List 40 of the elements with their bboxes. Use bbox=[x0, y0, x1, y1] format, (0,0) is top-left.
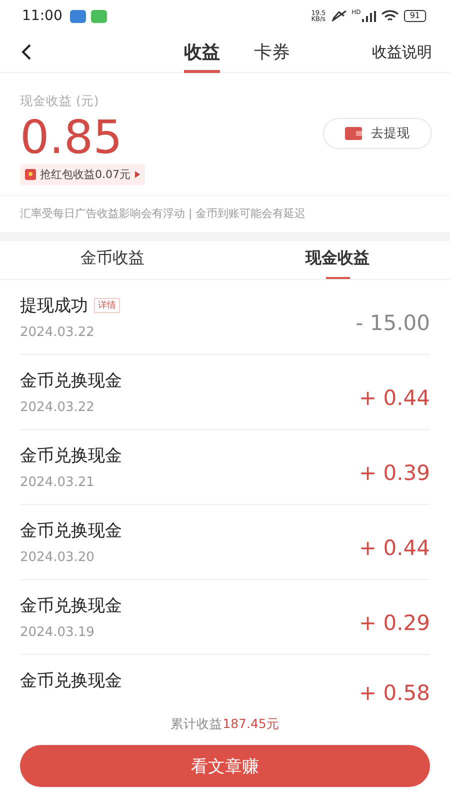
nav-tab[interactable]: 卡券 bbox=[254, 40, 290, 72]
bonus-chip[interactable]: 抢红包收益0.07元 bbox=[20, 164, 144, 185]
wifi-icon bbox=[380, 10, 399, 22]
record-amount: + 0.29 bbox=[358, 611, 430, 635]
notice-text: 汇率受每日广告收益影响会有浮动 | 金币到账可能会有延迟 bbox=[19, 206, 307, 222]
record-title: 提现成功 bbox=[20, 295, 88, 317]
record-amount: + 0.58 bbox=[358, 681, 430, 703]
record-date: 2024.03.22 bbox=[20, 325, 96, 340]
record-amount: - 15.00 bbox=[356, 311, 430, 335]
record-date: 2024.03.21 bbox=[20, 475, 96, 490]
record-title: 金币兑换现金 bbox=[20, 520, 122, 542]
caret-icon bbox=[134, 171, 140, 178]
record-amount: + 0.44 bbox=[358, 536, 430, 560]
tab-indicator bbox=[326, 277, 350, 279]
status-time: 11:00 bbox=[22, 8, 62, 24]
app-icon bbox=[70, 10, 86, 22]
record-title: 金币兑换现金 bbox=[20, 370, 122, 392]
record-amount: + 0.39 bbox=[358, 461, 430, 485]
detail-tag[interactable]: 详情 bbox=[94, 298, 120, 313]
help-link[interactable]: 收益说明 bbox=[372, 42, 432, 62]
record-date: 2024.03.22 bbox=[20, 400, 96, 415]
balance-amount: 0.85 bbox=[20, 112, 122, 162]
record-date: 2024.03.19 bbox=[20, 625, 96, 640]
back-icon[interactable] bbox=[20, 43, 32, 61]
total-earnings: 累计收益187.45元 bbox=[170, 716, 280, 733]
envelope-icon bbox=[25, 169, 36, 180]
battery-indicator: 91 bbox=[404, 10, 426, 22]
list-tab[interactable]: 金币收益 bbox=[0, 241, 225, 279]
record-amount: + 0.44 bbox=[358, 386, 430, 410]
read-articles-button[interactable]: 看文章赚 bbox=[20, 745, 430, 787]
record-date: 2024.03.20 bbox=[20, 550, 96, 565]
nav-tab[interactable]: 收益 bbox=[184, 40, 220, 72]
list-tab[interactable]: 现金收益 bbox=[225, 241, 450, 279]
record-title: 金币兑换现金 bbox=[20, 595, 122, 617]
record-title: 金币兑换现金 bbox=[20, 445, 122, 467]
signal-icon bbox=[362, 10, 376, 22]
wallet-icon bbox=[345, 127, 362, 140]
record-title: 金币兑换现金 bbox=[20, 670, 122, 692]
withdraw-button[interactable]: 去提现 bbox=[323, 118, 432, 149]
balance-label: 现金收益 (元) bbox=[20, 93, 100, 110]
